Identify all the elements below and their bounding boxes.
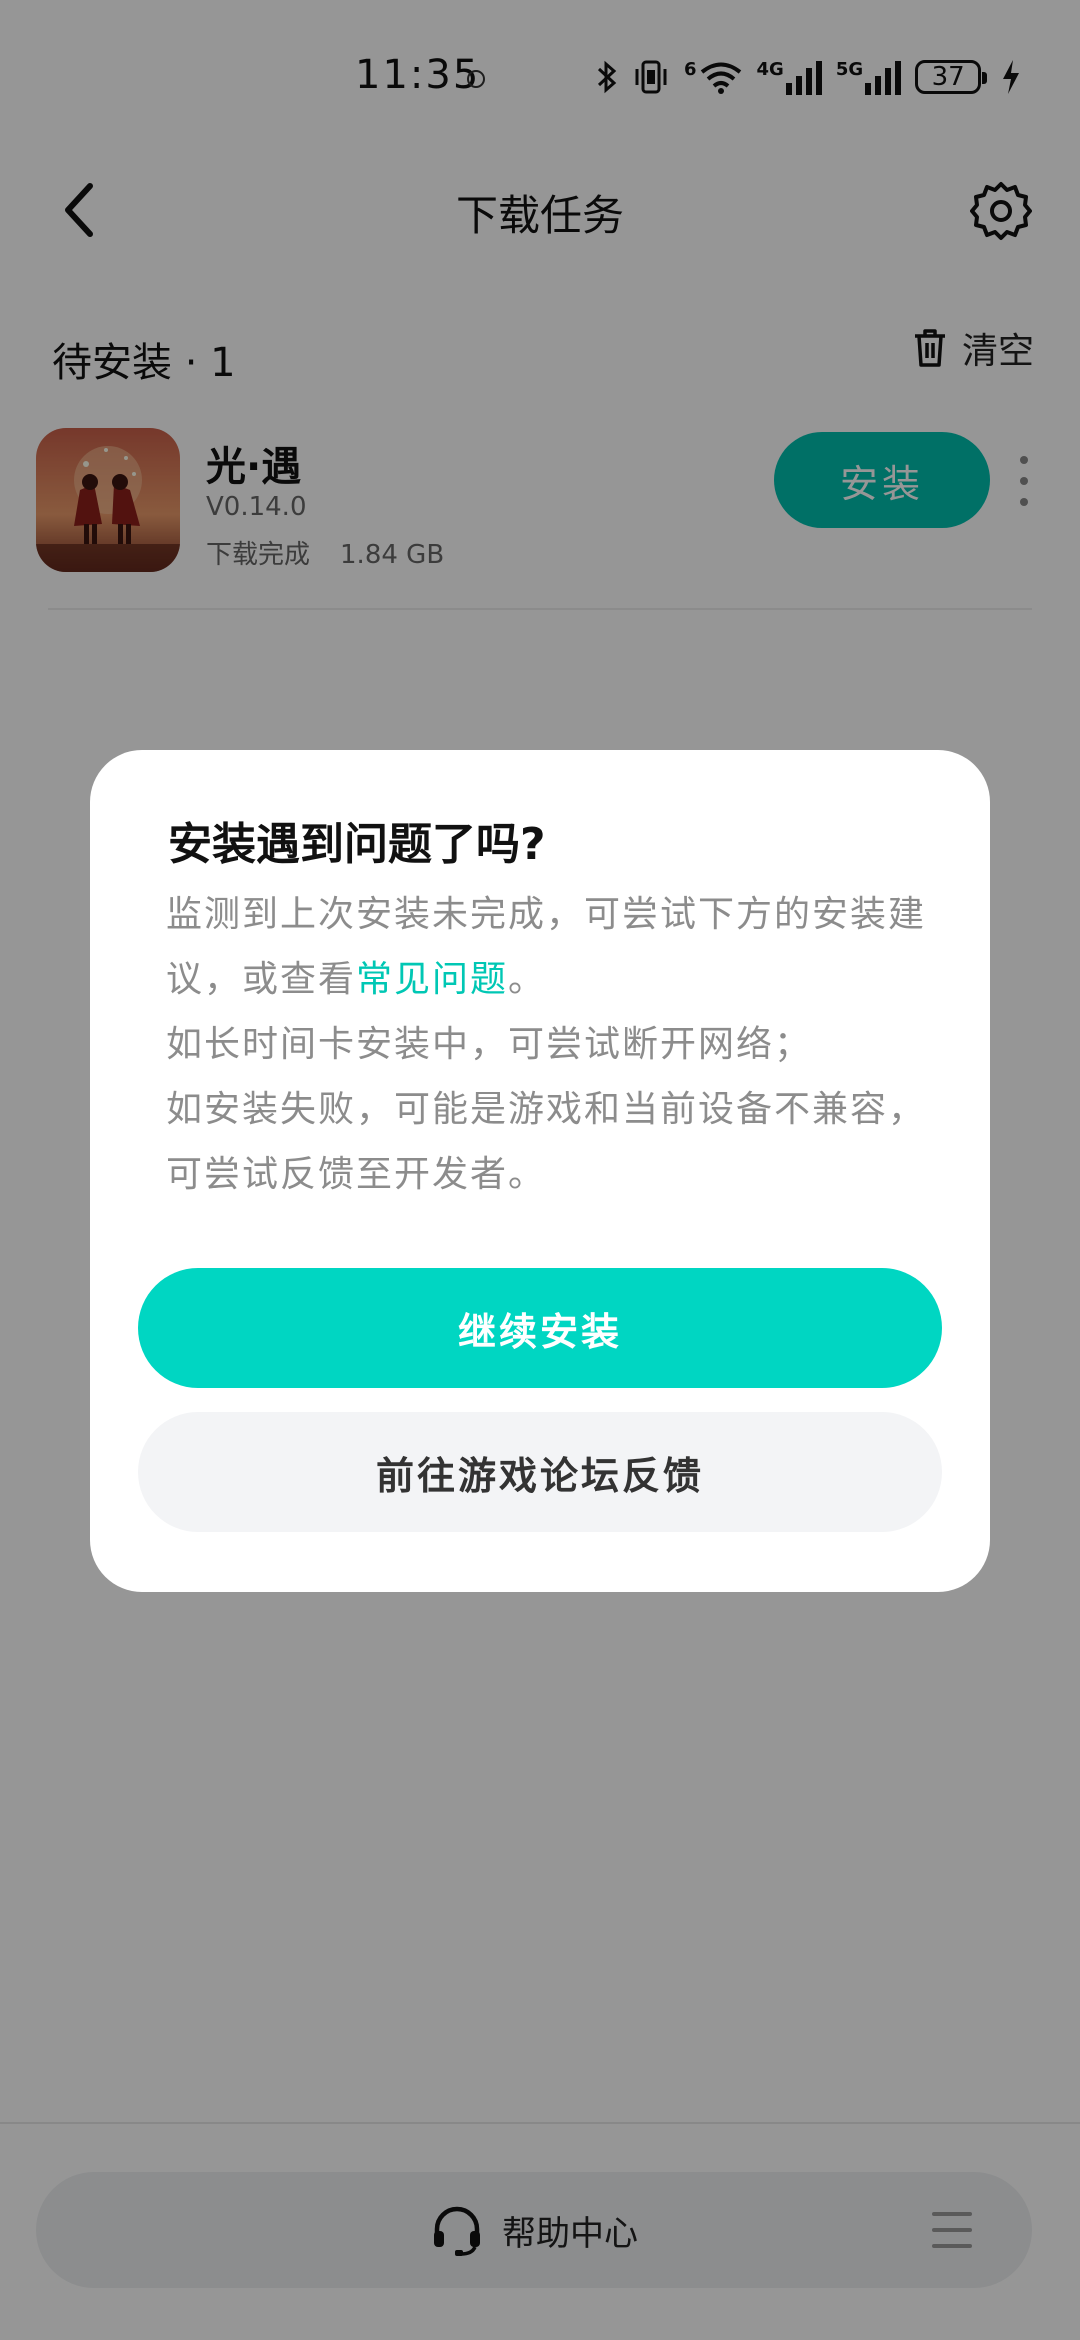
faq-link[interactable]: 常见问题 [356, 959, 508, 1000]
continue-install-button[interactable]: 继续安装 [138, 1268, 942, 1388]
dialog-body: 监测到上次安装未完成，可尝试下方的安装建议，或查看常见问题。 如长时间卡安装中，… [166, 882, 936, 1207]
dialog-body-paragraph-3: 如安装失败，可能是游戏和当前设备不兼容，可尝试反馈至开发者。 [166, 1089, 927, 1195]
install-problem-dialog: 安装遇到问题了吗? 监测到上次安装未完成，可尝试下方的安装建议，或查看常见问题。… [90, 750, 990, 1592]
forum-feedback-button[interactable]: 前往游戏论坛反馈 [138, 1412, 942, 1532]
dialog-title: 安装遇到问题了吗? [168, 819, 546, 870]
dialog-body-paragraph-2: 如长时间卡安装中，可尝试断开网络； [166, 1024, 813, 1065]
dialog-body-text-1-end: 。 [508, 959, 547, 1000]
dialog-body-paragraph-1: 监测到上次安装未完成，可尝试下方的安装建议，或查看常见问题。 [166, 882, 936, 1012]
